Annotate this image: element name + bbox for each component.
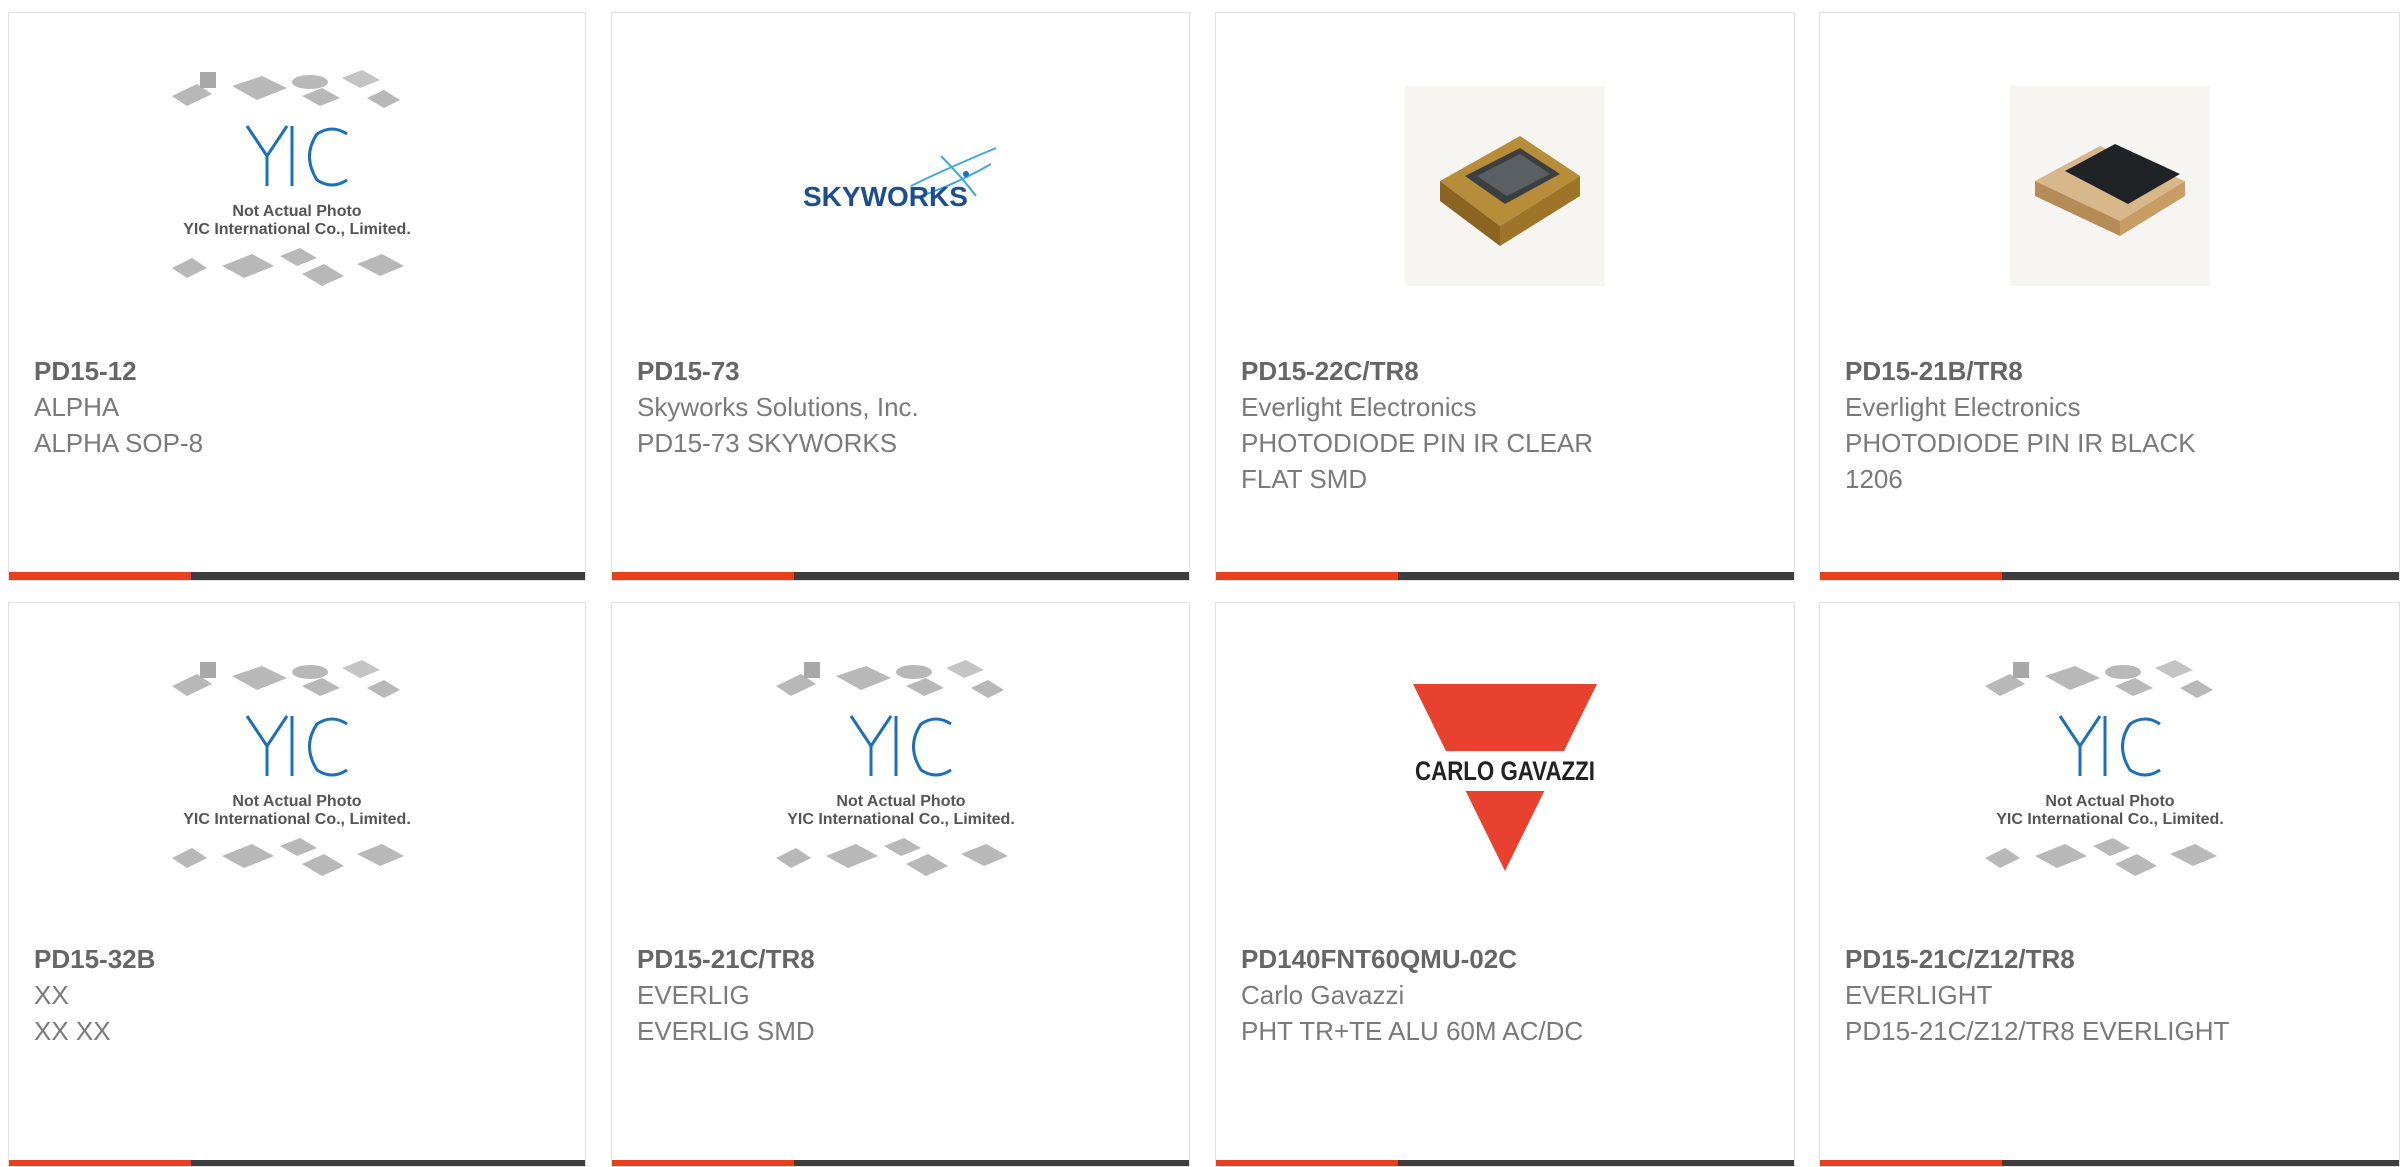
manufacturer-name: Everlight Electronics [1845, 392, 2081, 422]
yic-placeholder-image: Not Actual Photo YIC International Co., … [1984, 659, 2224, 876]
manufacturer-name: Everlight Electronics [1241, 392, 1477, 422]
svg-text:Not Actual Photo: Not Actual Photo [2045, 793, 2174, 810]
manufacturer-name: Carlo Gavazzi [1241, 980, 1405, 1010]
photodiode-black-image [2009, 85, 2210, 286]
product-description: PD15-73 SKYWORKS [637, 428, 898, 458]
part-number-link[interactable]: PD15-12 [34, 353, 565, 389]
product-card[interactable]: CARLO GAVAZZI PD140FNT60QMU-02C Carlo Ga… [1215, 602, 1795, 1167]
manufacturer-name: EVERLIG [637, 980, 750, 1010]
product-description: XX XX [34, 1016, 111, 1046]
svg-text:CARLO GAVAZZI: CARLO GAVAZZI [1415, 756, 1595, 786]
product-card[interactable]: Not Actual Photo YIC International Co., … [1819, 602, 2400, 1167]
product-image[interactable]: SKYWORKS [612, 13, 1189, 358]
product-card[interactable]: Not Actual Photo YIC International Co., … [8, 602, 586, 1167]
card-footer-bar [9, 1160, 585, 1166]
skyworks-logo-image: SKYWORKS [803, 146, 996, 212]
card-footer-bar [1820, 572, 2399, 580]
product-image[interactable]: CARLO GAVAZZI [1216, 603, 1794, 948]
svg-text:YIC International Co., Limited: YIC International Co., Limited. [183, 221, 411, 238]
part-number-link[interactable]: PD15-21B/TR8 [1845, 353, 2379, 389]
product-description: EVERLIG SMD [637, 1016, 815, 1046]
card-footer-bar [1216, 572, 1794, 580]
product-grid: Not Actual Photo YIC International Co., … [0, 0, 2400, 1167]
product-card[interactable]: SKYWORKS PD15-73 Skyworks Solutions, Inc… [611, 12, 1190, 581]
product-description: PHOTODIODE PIN IR BLACK 1206 [1845, 428, 2196, 494]
card-footer-bar [1820, 1160, 2399, 1166]
svg-text:YIC International Co., Limited: YIC International Co., Limited. [183, 811, 411, 828]
manufacturer-name: XX [34, 980, 69, 1010]
svg-text:Not Actual Photo: Not Actual Photo [836, 793, 965, 810]
part-number-link[interactable]: PD15-32B [34, 941, 565, 977]
card-footer-bar [9, 572, 585, 580]
svg-text:Not Actual Photo: Not Actual Photo [232, 793, 361, 810]
yic-placeholder-image: Not Actual Photo YIC International Co., … [172, 659, 411, 876]
part-number-link[interactable]: PD15-73 [637, 353, 1169, 389]
product-image[interactable] [1216, 13, 1794, 358]
product-card[interactable]: Not Actual Photo YIC International Co., … [611, 602, 1190, 1167]
product-card[interactable]: PD15-22C/TR8 Everlight Electronics PHOTO… [1215, 12, 1795, 581]
product-card[interactable]: Not Actual Photo YIC International Co., … [8, 12, 586, 581]
manufacturer-name: Skyworks Solutions, Inc. [637, 392, 919, 422]
product-description: ALPHA SOP-8 [34, 428, 204, 458]
yic-placeholder-image: Not Actual Photo YIC International Co., … [775, 659, 1015, 876]
product-image[interactable] [1820, 13, 2399, 358]
card-footer-bar [612, 572, 1189, 580]
svg-text:SKYWORKS: SKYWORKS [803, 181, 968, 212]
part-number-link[interactable]: PD15-21C/TR8 [637, 941, 1169, 977]
product-description: PHT TR+TE ALU 60M AC/DC [1241, 1016, 1584, 1046]
part-number-link[interactable]: PD140FNT60QMU-02C [1241, 941, 1774, 977]
product-description: PD15-21C/Z12/TR8 EVERLIGHT [1845, 1016, 2230, 1046]
product-image[interactable]: Not Actual Photo YIC International Co., … [1820, 603, 2399, 948]
product-card[interactable]: PD15-21B/TR8 Everlight Electronics PHOTO… [1819, 12, 2400, 581]
card-footer-bar [1216, 1160, 1794, 1166]
manufacturer-name: ALPHA [34, 392, 120, 422]
product-image[interactable]: Not Actual Photo YIC International Co., … [612, 603, 1189, 948]
product-description: PHOTODIODE PIN IR CLEAR FLAT SMD [1241, 428, 1594, 494]
manufacturer-name: EVERLIGHT [1845, 980, 1993, 1010]
svg-text:Not Actual Photo: Not Actual Photo [232, 203, 361, 220]
yic-placeholder-image: Not Actual Photo YIC International Co., … [172, 69, 411, 286]
svg-text:YIC International Co., Limited: YIC International Co., Limited. [787, 811, 1015, 828]
svg-text:YIC International Co., Limited: YIC International Co., Limited. [1996, 811, 2224, 828]
part-number-link[interactable]: PD15-22C/TR8 [1241, 353, 1774, 389]
part-number-link[interactable]: PD15-21C/Z12/TR8 [1845, 941, 2379, 977]
carlo-gavazzi-logo-image: CARLO GAVAZZI [1413, 683, 1597, 871]
product-image[interactable]: Not Actual Photo YIC International Co., … [9, 13, 585, 358]
photodiode-clear-image [1405, 85, 1605, 286]
card-footer-bar [612, 1160, 1189, 1166]
product-image[interactable]: Not Actual Photo YIC International Co., … [9, 603, 585, 948]
